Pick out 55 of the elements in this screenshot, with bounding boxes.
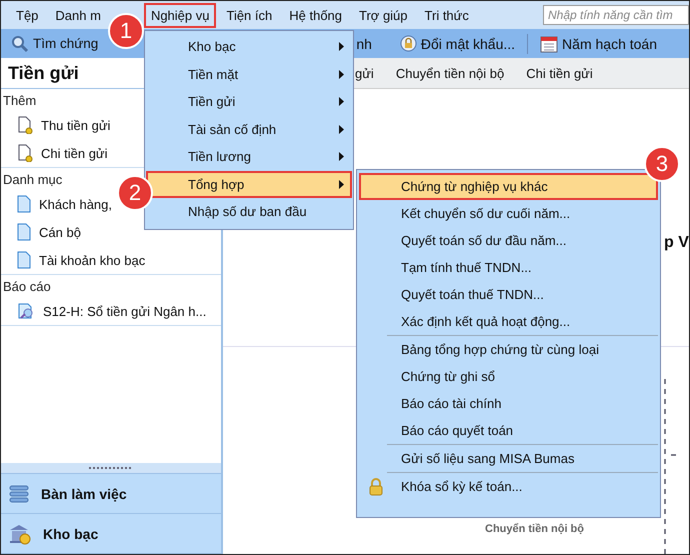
menu-item[interactable]: Hệ thống [282, 2, 350, 28]
tab[interactable]: gửi [355, 66, 374, 80]
menu-item[interactable]: Tri thức [418, 2, 476, 28]
menu-item[interactable]: Bảng tổng hợp chứng từ cùng loại [359, 336, 658, 363]
page-icon [17, 251, 31, 269]
toolbar-button[interactable]: Đổi mật khẩu... [394, 35, 522, 52]
menu-item[interactable]: Tiền gửi [146, 88, 352, 116]
menu-item[interactable]: Tài sản cố định [146, 116, 352, 143]
nav-button[interactable]: Kho bạc [1, 514, 221, 554]
menu-item[interactable]: Khóa sổ kỳ kế toán... [359, 473, 658, 500]
menu-item[interactable]: Tạm tính thuế TNDN... [359, 254, 658, 281]
document-icon [17, 116, 33, 134]
menu-item[interactable]: Quyết toán thuế TNDN... [359, 281, 658, 308]
toolbar-button[interactable]: nh [356, 36, 372, 52]
sidebar-item[interactable]: Tài khoản kho bạc [1, 246, 221, 274]
desk-icon [9, 484, 29, 504]
menu-item[interactable]: Tổng hợp [146, 170, 352, 198]
menu-item[interactable]: Trợ giúp [352, 2, 415, 28]
menu-item[interactable]: Nghiệp vụ [144, 2, 216, 28]
nav-button[interactable]: Bàn làm việc [1, 474, 221, 514]
sidebar-item[interactable]: S12-H: Sổ tiền gửi Ngân h... [1, 297, 221, 325]
tab[interactable]: Chuyển tiền nội bộ [396, 66, 504, 80]
menu-item[interactable]: Kết chuyển số dư cuối năm... [359, 200, 658, 227]
report-icon [17, 302, 35, 320]
menu-item[interactable]: Quyết toán số dư đầu năm... [359, 227, 658, 254]
padlock-icon [369, 478, 383, 496]
menu-item[interactable]: Chứng từ ghi sổ [359, 363, 658, 390]
document-icon [17, 144, 33, 162]
page-icon [17, 195, 31, 213]
toolbar-button[interactable]: Tìm chứng [11, 34, 98, 52]
search-icon [11, 34, 29, 52]
menu-item[interactable]: Danh m [48, 2, 108, 28]
content-heading: p V [664, 234, 689, 252]
lock-icon [400, 35, 417, 52]
diagram-label: Chuyển tiền nội bộ [485, 523, 584, 535]
menu-item[interactable]: Tiện ích [219, 2, 280, 28]
step-badge: 2 [117, 175, 153, 211]
section-heading: Danh mục [2, 170, 62, 188]
menu-item[interactable]: Tệp [9, 2, 46, 28]
search-field[interactable]: Nhập tính năng cần tìm [543, 5, 689, 25]
tab[interactable]: Chi tiền gửi [526, 66, 593, 80]
menu-item[interactable]: Báo cáo tài chính [359, 390, 658, 417]
toolbar-button[interactable]: Năm hạch toán [534, 34, 663, 52]
bank-icon [9, 522, 31, 544]
section-heading: Báo cáo [2, 278, 51, 296]
section-heading: Thêm [2, 92, 36, 110]
menu-item[interactable]: Xác định kết quả hoạt động... [359, 308, 658, 335]
menu-item[interactable]: Báo cáo quyết toán [359, 417, 658, 444]
calendar-icon [540, 34, 558, 52]
menu-item[interactable]: Chứng từ nghiệp vụ khác [359, 173, 658, 200]
menu-item[interactable]: Kho bạc [146, 33, 352, 60]
step-badge: 3 [644, 146, 680, 182]
menu-item[interactable]: Tiền lương [146, 143, 352, 170]
menu-item[interactable]: Gửi số liệu sang MISA Bumas [359, 445, 658, 472]
page-icon [17, 223, 31, 241]
